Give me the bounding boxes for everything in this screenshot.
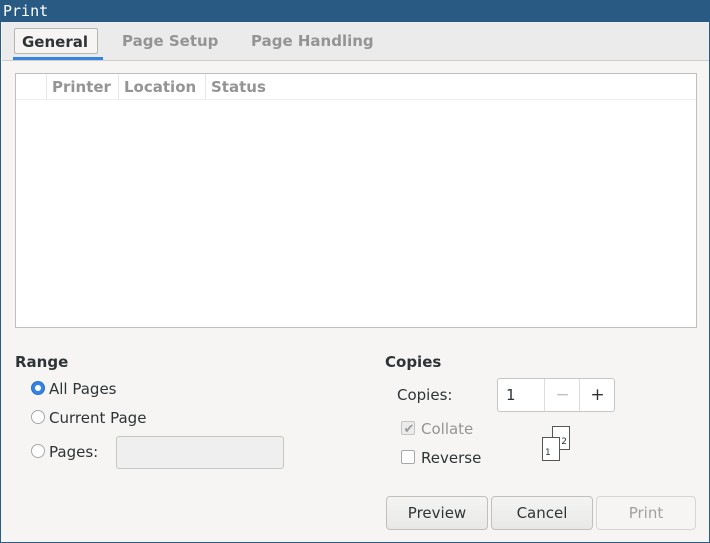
page-1-sheet: 1	[542, 437, 560, 461]
checkbox-indicator: ✔	[401, 421, 415, 437]
column-header-location[interactable]: Location	[124, 77, 196, 97]
decrement-button[interactable]: −	[544, 379, 580, 411]
checkmark-icon: ✔	[403, 422, 415, 437]
copies-section-title: Copies	[385, 353, 442, 371]
reverse-label: Reverse	[421, 449, 482, 467]
copies-spinner: 1 − +	[497, 378, 615, 412]
column-separator	[205, 74, 206, 99]
pages-label: Pages:	[49, 443, 99, 461]
copies-value[interactable]: 1	[506, 385, 516, 405]
collate-label: Collate	[421, 420, 474, 438]
title-bar[interactable]: Print	[1, 0, 710, 22]
tab-bar: General Page Setup Page Handling	[2, 22, 709, 61]
active-tab-indicator	[13, 57, 103, 60]
range-section-title: Range	[15, 353, 69, 371]
cancel-button[interactable]: Cancel	[491, 496, 593, 530]
column-header-status[interactable]: Status	[211, 77, 266, 97]
printer-list[interactable]: Printer Location Status	[15, 73, 697, 328]
pages-input[interactable]	[116, 436, 284, 469]
printer-list-header: Printer Location Status	[16, 74, 696, 100]
radio-indicator	[31, 381, 45, 395]
radio-indicator	[31, 444, 45, 458]
all-pages-label: All Pages	[49, 380, 117, 398]
checkbox-indicator	[401, 450, 415, 464]
tab-page-setup[interactable]: Page Setup	[122, 28, 218, 54]
print-dialog: Print General Page Setup Page Handling P…	[0, 0, 710, 543]
tab-page-handling[interactable]: Page Handling	[251, 28, 374, 54]
current-page-label: Current Page	[49, 409, 147, 427]
column-header-printer[interactable]: Printer	[52, 77, 111, 97]
column-separator	[46, 74, 47, 99]
print-button[interactable]: Print	[596, 496, 696, 530]
column-separator	[118, 74, 119, 99]
collate-illustration: 2 1	[540, 426, 574, 462]
preview-button[interactable]: Preview	[386, 496, 488, 530]
increment-button[interactable]: +	[579, 379, 615, 411]
window-title: Print	[3, 2, 49, 20]
radio-indicator	[31, 410, 45, 424]
tab-general[interactable]: General	[14, 28, 98, 54]
copies-label: Copies:	[397, 386, 453, 404]
